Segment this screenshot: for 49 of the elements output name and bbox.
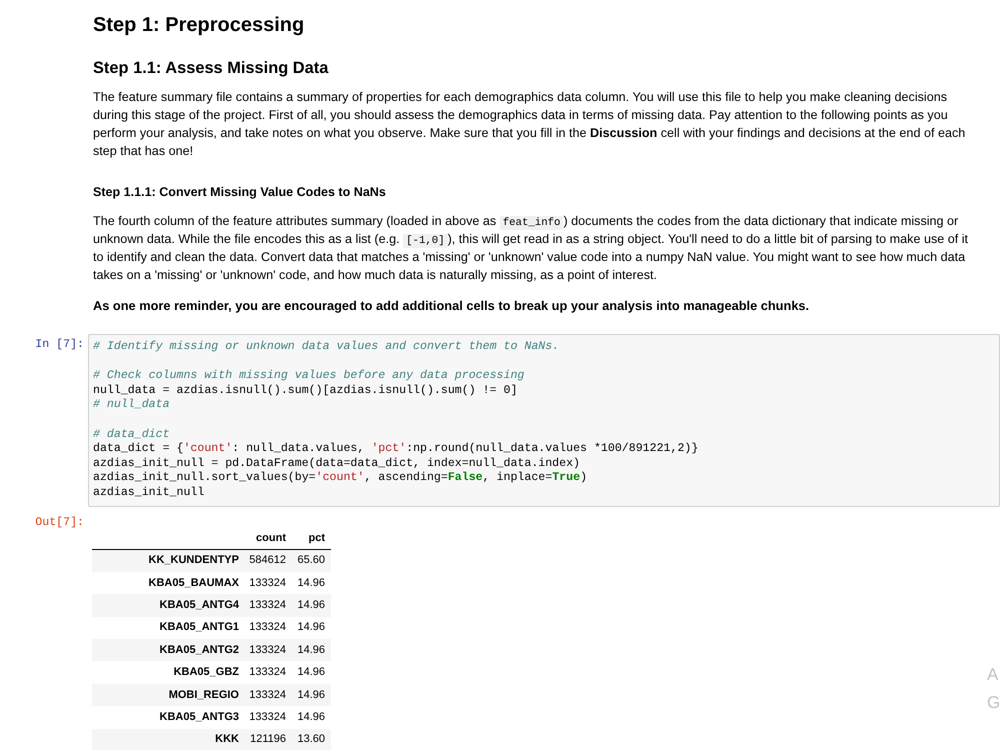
table-cell-text: 14.96 bbox=[296, 710, 326, 725]
row-label: KBA05_BAUMAX bbox=[148, 576, 240, 591]
row-label: KK_KUNDENTYP bbox=[148, 553, 240, 568]
code-line: # Check columns with missing values before any data processing bbox=[93, 369, 524, 384]
row-label: KBA05_ANTG2 bbox=[158, 642, 240, 658]
row-label: KBA05_ANTG1 bbox=[158, 620, 240, 636]
table-cell-text: 13.60 bbox=[296, 732, 326, 748]
row-label: KKK bbox=[214, 732, 240, 748]
overlay-text: G bbox=[987, 692, 1000, 714]
table-cell-text: 133324 bbox=[248, 642, 287, 658]
code-line: # data_dict bbox=[93, 428, 170, 442]
code-line: data_dict = {'count': null_data.values, 'pct':np.round(null_data.values *100/891221,2)} bbox=[93, 442, 698, 457]
intro-paragraph: The feature summary file contains a summary of properties for each demographics data column. You will use this file to help you make cleaning decisions during this stage of the project. First of all, you should assess the demographics data in terms of missing data. Pay attention to the following points as you perform your analysis, and take notes on what you observe. Make sure that you fill in the Discussion cell with your findings and decisions at the end of each step that has one! bbox=[93, 89, 966, 160]
code-cell[interactable] bbox=[88, 334, 1000, 507]
table-cell-text: 14.96 bbox=[296, 576, 326, 591]
table-cell-text: 14.96 bbox=[296, 688, 326, 703]
column-header: pct bbox=[308, 530, 326, 546]
table-cell-text: 133324 bbox=[248, 688, 287, 703]
row-label: KBA05_ANTG3 bbox=[158, 710, 240, 725]
code-line: # null_data bbox=[93, 398, 170, 413]
table-cell-text: 14.96 bbox=[296, 620, 326, 636]
output-prompt: Out[7]: bbox=[35, 516, 84, 529]
table-cell-text: 133324 bbox=[248, 598, 287, 613]
instructions-paragraph: The fourth column of the feature attributes summary (loaded in above as feat_info ) documents the codes from the data dictionary that indicate missing or unknown data. While the file encodes this as a list (e.g. [-1,0] ), this will get read in as a string object. You'll need to do a little bit of parsing to make use of it to identify and clean the data. Convert data that matches a 'missing' or 'unknown' value code into a numpy NaN value. You might want to see how much data takes on a 'missing' or 'unknown' code, and how much data is naturally missing, as a point of interest. bbox=[93, 213, 970, 284]
subsection-heading: Step 1.1.1: Convert Missing Value Codes to NaNs bbox=[93, 184, 386, 200]
table-cell-text: 14.96 bbox=[296, 642, 326, 658]
section-heading: Step 1.1: Assess Missing Data bbox=[93, 58, 328, 78]
page-heading: Step 1: Preprocessing bbox=[93, 13, 304, 37]
code-line: null_data = azdias.isnull().sum()[azdias.isnull().sum() != 0] bbox=[93, 384, 518, 398]
code-line: # Identify missing or unknown data values and convert them to NaNs. bbox=[93, 340, 560, 355]
table-cell-text: 584612 bbox=[248, 553, 287, 568]
table-cell-text: 133324 bbox=[248, 576, 287, 591]
code-line: azdias_init_null bbox=[93, 486, 204, 501]
table-cell-text: 14.96 bbox=[296, 665, 326, 680]
row-label: MOBI_REGIO bbox=[168, 688, 240, 703]
column-header: count bbox=[255, 530, 287, 546]
row-label: KBA05_ANTG4 bbox=[158, 598, 240, 613]
table-cell-text: 133324 bbox=[248, 665, 287, 680]
table-cell-text: 14.96 bbox=[296, 598, 326, 613]
table-cell-text: 121196 bbox=[249, 732, 287, 748]
table-cell-text: 133324 bbox=[248, 620, 287, 636]
table-cell-text: 133324 bbox=[248, 710, 287, 725]
code-line: azdias_init_null.sort_values(by='count', ascending=False, inplace=True) bbox=[93, 471, 588, 486]
reminder-text: As one more reminder, you are encouraged to add additional cells to break up your analysis into manageable chunks. bbox=[93, 297, 810, 315]
table-cell-text: 65.60 bbox=[296, 553, 326, 568]
overlay-text: A bbox=[987, 664, 998, 686]
input-prompt: In [7]: bbox=[35, 338, 84, 351]
row-label: KBA05_GBZ bbox=[172, 665, 240, 680]
code-line: azdias_init_null = pd.DataFrame(data=data_dict, index=null_data.index) bbox=[93, 456, 580, 472]
